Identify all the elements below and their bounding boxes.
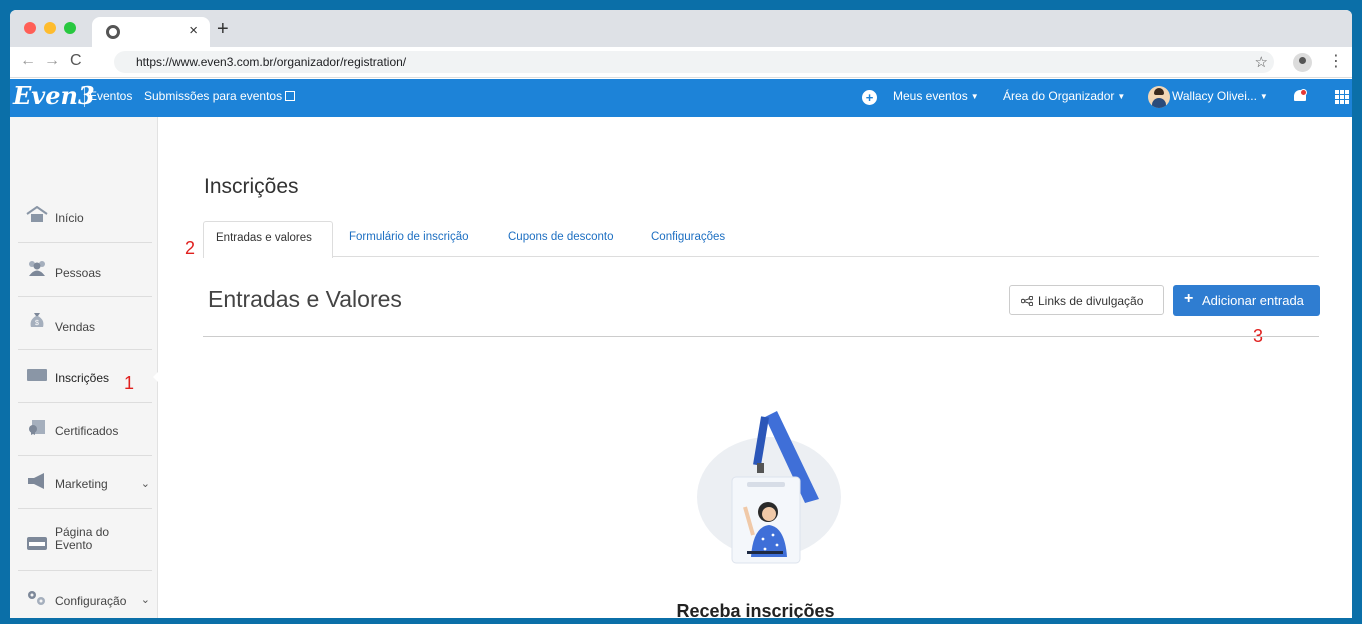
empty-state-title: Receba inscrições bbox=[676, 601, 835, 618]
annotation-2: 2 bbox=[185, 238, 196, 258]
sidebar-item-label: Marketing bbox=[55, 477, 108, 491]
back-icon[interactable]: ← bbox=[20, 52, 36, 70]
sidebar-item-label: Início bbox=[55, 211, 84, 225]
notification-bell-icon[interactable] bbox=[1293, 89, 1307, 104]
ticket-icon bbox=[27, 369, 47, 381]
apps-grid-icon[interactable] bbox=[1335, 90, 1349, 104]
sidebar-item-label: Página do Evento bbox=[55, 526, 109, 552]
new-tab-button[interactable]: + bbox=[217, 18, 229, 41]
chevron-down-icon: ⌄ bbox=[140, 594, 150, 606]
app-header: Even3 Eventos Submissões para eventos + … bbox=[10, 79, 1352, 117]
chrome-favicon-icon bbox=[106, 25, 120, 39]
add-entry-button[interactable]: + Adicionar entrada bbox=[1173, 285, 1320, 316]
sidebar-item-marketing[interactable]: Marketing ⌄ bbox=[18, 456, 152, 509]
browser-toolbar: ← → C https://www.even3.com.br/organizad… bbox=[10, 47, 1352, 78]
page-icon bbox=[27, 537, 47, 550]
minimize-window-button[interactable] bbox=[44, 22, 56, 34]
sidebar-item-certificados[interactable]: Certificados bbox=[18, 403, 152, 456]
page-title: Inscrições bbox=[204, 175, 299, 198]
area-organizador-label: Área do Organizador bbox=[1003, 89, 1115, 103]
sidebar-item-label: Configuração bbox=[55, 594, 127, 608]
svg-text:$: $ bbox=[35, 320, 39, 327]
nav-submissoes-label: Submissões para eventos bbox=[144, 89, 283, 103]
user-avatar[interactable] bbox=[1148, 86, 1170, 108]
tab-entradas-e-valores[interactable]: Entradas e valores bbox=[203, 221, 333, 258]
gears-icon bbox=[28, 591, 45, 605]
meus-eventos-label: Meus eventos bbox=[893, 89, 968, 103]
close-tab-icon[interactable]: × bbox=[189, 22, 198, 39]
url-text: https://www.even3.com.br/organizador/reg… bbox=[136, 55, 407, 69]
tab-cupons-de-desconto[interactable]: Cupons de desconto bbox=[508, 231, 614, 243]
sidebar-item-label: Inscrições bbox=[55, 371, 110, 385]
close-window-button[interactable] bbox=[24, 22, 36, 34]
plus-icon: + bbox=[1184, 290, 1194, 307]
tab-formulario-de-inscricao[interactable]: Formulário de inscrição bbox=[349, 231, 469, 243]
browser-window: × + ← → C https://www.even3.com.br/organ… bbox=[10, 10, 1352, 618]
caret-down-icon: ▼ bbox=[1259, 92, 1268, 101]
more-menu-icon[interactable]: ⋮ bbox=[1328, 51, 1344, 71]
sidebar-item-pagina-do-evento[interactable]: Página do Evento bbox=[18, 509, 152, 571]
user-name-label: Wallacy Olivei... bbox=[1172, 89, 1257, 103]
sidebar-item-label-line2: Evento bbox=[55, 538, 93, 552]
chevron-down-icon: ⌄ bbox=[140, 478, 150, 490]
maximize-window-button[interactable] bbox=[64, 22, 76, 34]
tab-configuracoes[interactable]: Configurações bbox=[651, 231, 725, 243]
user-menu[interactable]: Wallacy Olivei... ▼ bbox=[1172, 89, 1268, 103]
sidebar-item-configuracao[interactable]: Configuração ⌄ bbox=[18, 572, 152, 618]
area-organizador-menu[interactable]: Área do Organizador ▼ bbox=[1003, 89, 1125, 103]
sidebar-item-inicio[interactable]: Início bbox=[18, 190, 152, 243]
reload-icon[interactable]: C bbox=[70, 52, 82, 70]
section-title: Entradas e Valores bbox=[208, 286, 402, 312]
money-bag-icon: $ bbox=[30, 313, 44, 327]
caret-down-icon: ▼ bbox=[970, 92, 979, 101]
megaphone-icon bbox=[28, 473, 44, 489]
share-icon bbox=[1021, 296, 1033, 306]
tab-label: Entradas e valores bbox=[216, 232, 312, 244]
nav-submissoes-link[interactable]: Submissões para eventos bbox=[144, 89, 296, 103]
notification-badge bbox=[1300, 89, 1307, 96]
add-button-label: Adicionar entrada bbox=[1202, 293, 1304, 308]
section-divider bbox=[203, 336, 1319, 337]
caret-down-icon: ▼ bbox=[1117, 92, 1126, 101]
tab-bar: Entradas e valores Formulário de inscriç… bbox=[203, 221, 1319, 258]
logo-divider bbox=[84, 87, 85, 107]
sidebar-item-label: Vendas bbox=[55, 320, 96, 334]
external-link-icon bbox=[285, 91, 296, 101]
tab-strip: × + bbox=[10, 10, 1352, 47]
sidebar-item-vendas[interactable]: $ Vendas bbox=[18, 297, 152, 350]
links-button-label: Links de divulgação bbox=[1038, 294, 1144, 308]
annotation-1: 1 bbox=[124, 373, 135, 393]
even3-logo[interactable]: Even3 bbox=[13, 81, 95, 110]
home-icon bbox=[26, 206, 48, 222]
sidebar-item-label-line1: Página do bbox=[55, 525, 110, 539]
add-event-icon[interactable]: + bbox=[862, 90, 877, 105]
browser-tab[interactable]: × bbox=[92, 17, 210, 47]
address-bar[interactable]: https://www.even3.com.br/organizador/reg… bbox=[114, 51, 1274, 73]
nav-eventos-link[interactable]: Eventos bbox=[89, 89, 132, 103]
forward-icon[interactable]: → bbox=[44, 52, 60, 70]
main-content: Inscrições 2 Entradas e valores Formulár… bbox=[159, 117, 1352, 618]
badge-illustration bbox=[697, 411, 841, 564]
sidebar: Início Pessoas $ Vendas Inscrições Certi… bbox=[10, 117, 160, 618]
bookmark-star-icon[interactable]: ☆ bbox=[1255, 53, 1268, 71]
links-divulgacao-button[interactable]: Links de divulgação bbox=[1009, 285, 1164, 315]
people-icon bbox=[29, 261, 45, 276]
sidebar-item-pessoas[interactable]: Pessoas bbox=[18, 244, 152, 297]
meus-eventos-menu[interactable]: Meus eventos ▼ bbox=[893, 89, 979, 103]
sidebar-item-label: Pessoas bbox=[55, 266, 102, 280]
profile-icon[interactable] bbox=[1293, 53, 1312, 72]
certificate-icon bbox=[29, 420, 45, 435]
sidebar-item-label: Certificados bbox=[55, 424, 119, 438]
